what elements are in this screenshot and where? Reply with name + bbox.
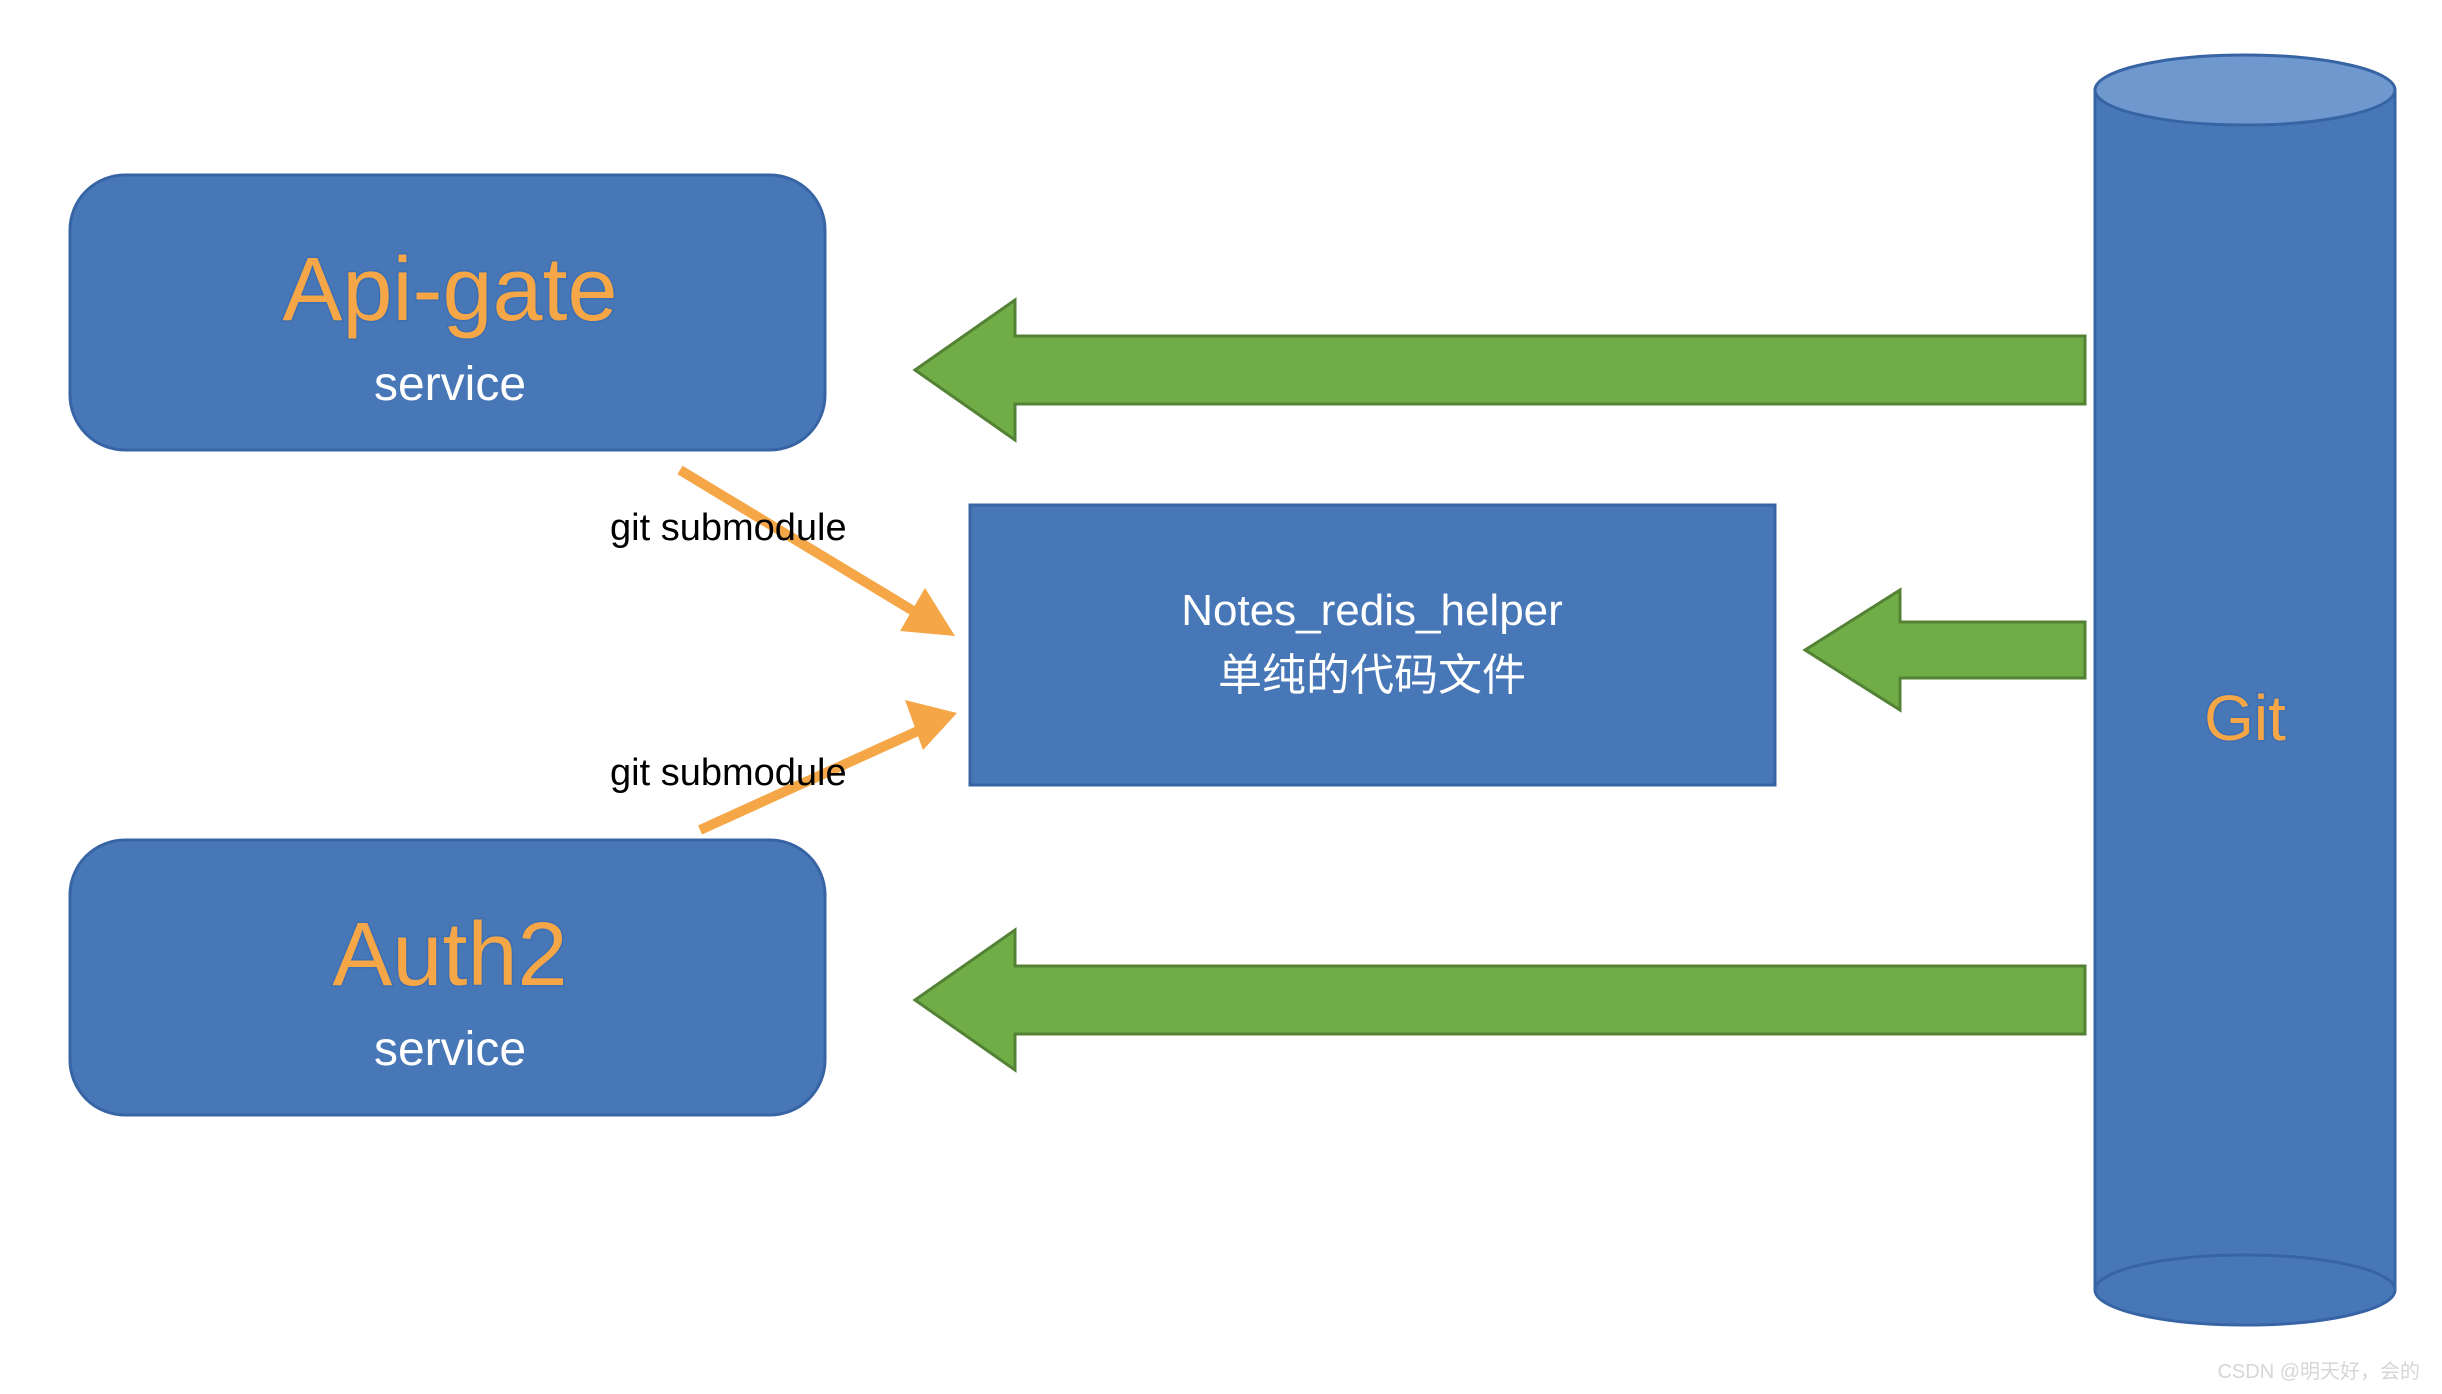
auth2-subtitle: service: [374, 1023, 526, 1076]
helper-box: Notes_redis_helper 单纯的代码文件: [970, 505, 1775, 785]
auth2-box: Auth2 service: [70, 840, 825, 1115]
api-gate-subtitle: service: [374, 358, 526, 411]
helper-line2: 单纯的代码文件: [1218, 651, 1526, 700]
arrow-git-to-apigate: [915, 300, 2085, 440]
watermark: CSDN @明天好，会的: [2217, 1360, 2420, 1383]
api-gate-title: Api-gate: [282, 240, 617, 340]
helper-line1: Notes_redis_helper: [1181, 586, 1563, 635]
submodule-label-1: git submodule: [610, 507, 847, 549]
arrow-git-to-helper: [1805, 590, 2085, 710]
auth2-title: Auth2: [332, 905, 567, 1005]
submodule-label-2: git submodule: [610, 752, 847, 794]
git-label: Git: [2204, 682, 2286, 754]
api-gate-box: Api-gate service: [70, 175, 825, 450]
arrow-git-to-auth2: [915, 930, 2085, 1070]
git-cylinder: Git: [2095, 55, 2395, 1325]
arrow-apigate-to-helper: [680, 470, 955, 636]
